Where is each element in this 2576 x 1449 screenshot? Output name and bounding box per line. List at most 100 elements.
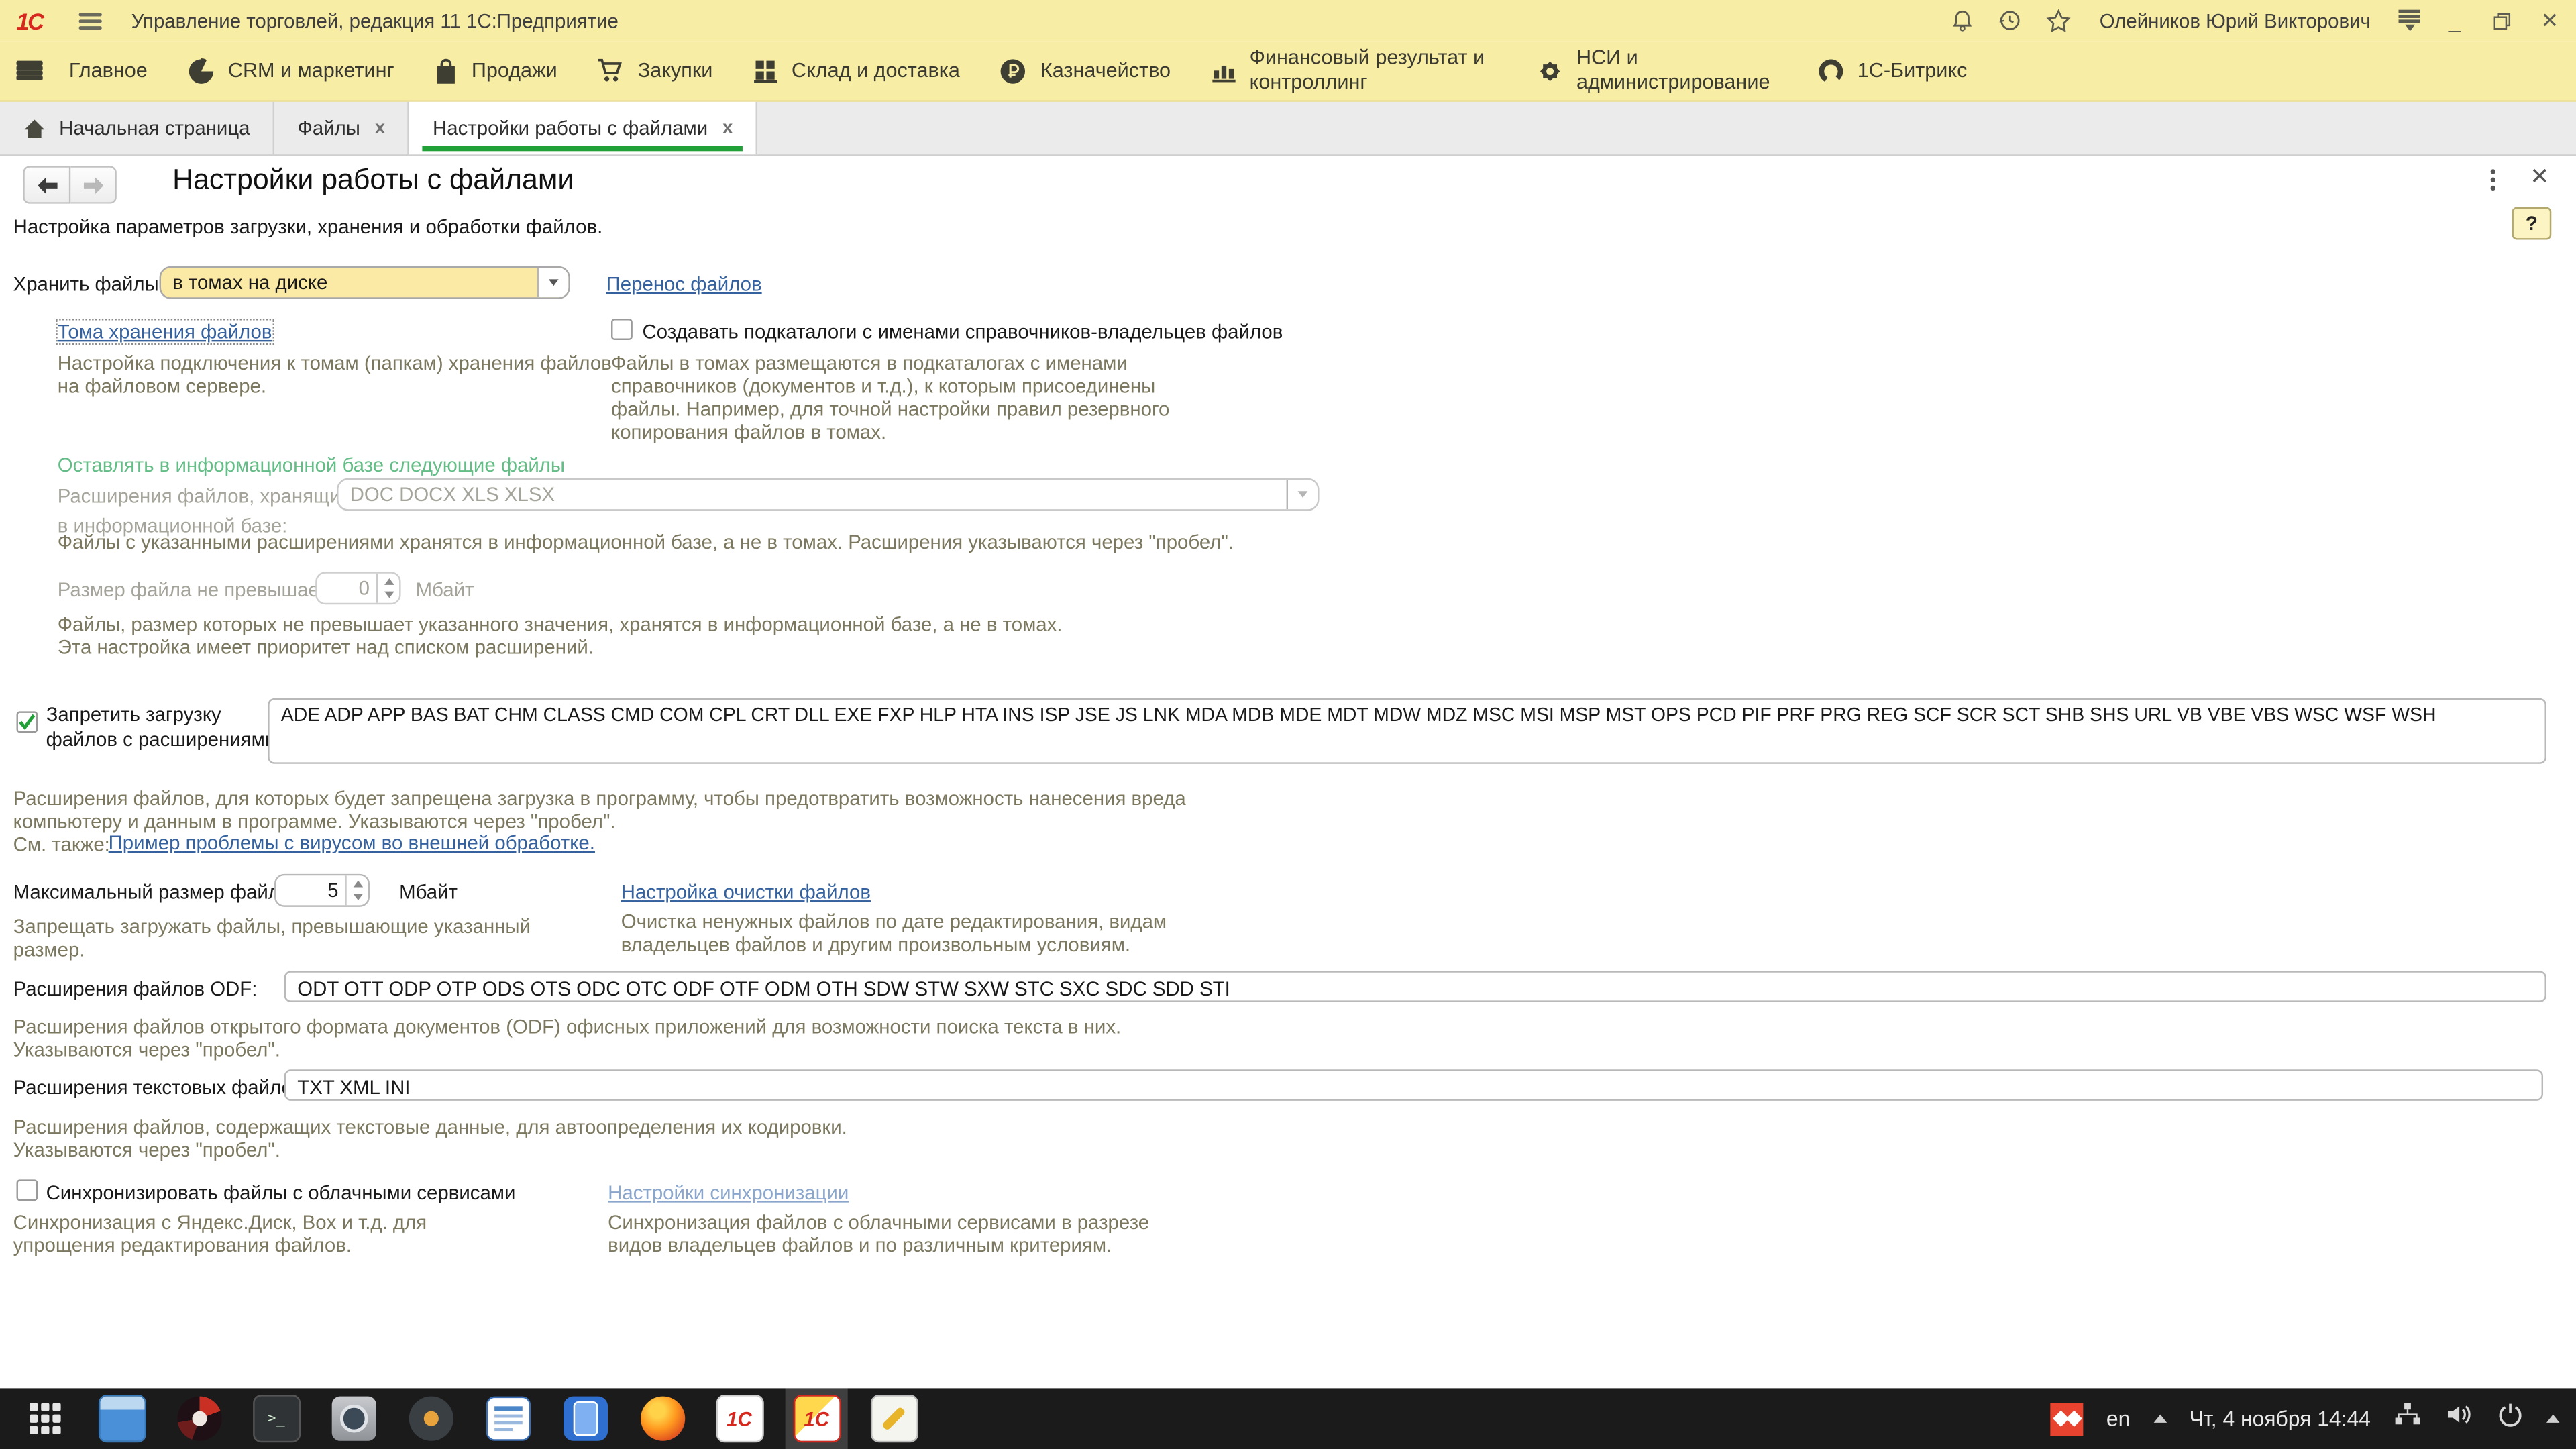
taskbar-app-software-box[interactable] [91,1388,153,1449]
section-main[interactable]: Главное [69,58,148,83]
form-close-icon[interactable]: ✕ [2530,162,2549,191]
1c-logo-icon: 1С [16,7,42,34]
pie-chart-icon [187,56,215,85]
layout-switch-icon[interactable] [2153,1415,2167,1423]
power-icon[interactable] [2497,1401,2523,1436]
recorder-icon [409,1397,453,1441]
taskbar-app-writer[interactable] [476,1388,539,1449]
text-extensions-input[interactable]: TXT XML INI [284,1069,2543,1101]
taskbar-app-1c-enterprise-active[interactable]: 1С [786,1388,848,1449]
section-sales[interactable]: Продажи [433,56,557,85]
tools-menu-icon[interactable] [2399,10,2420,32]
max-file-size-note: Запрещать загружать файлы, превышающие у… [13,915,605,961]
ruble-icon [1000,56,1028,85]
taskbar-app-camera[interactable] [322,1388,384,1449]
deny-extensions-input[interactable]: ADE ADP APP BAS BAT CHM CLASS CMD COM CP… [268,698,2546,764]
software-box-icon [98,1395,146,1442]
form-subtitle: Настройка параметров загрузки, хранения … [13,215,603,238]
db-extensions-note: Файлы с указанными расширениями хранятся… [58,531,1865,553]
window-titlebar: 1С Управление торговлей, редакция 11 1С:… [0,0,2576,41]
transfer-files-link[interactable]: Перенос файлов [606,273,762,296]
section-bitrix[interactable]: 1С-Битрикс [1817,56,1968,85]
network-icon[interactable] [2394,1401,2422,1436]
more-menu-icon[interactable] [2491,169,2496,191]
bar-chart-icon [1210,58,1236,84]
back-button[interactable] [23,166,70,203]
section-finance[interactable]: Финансовый результат и контроллинг [1210,46,1496,95]
taskbar-app-recorder[interactable] [399,1388,462,1449]
deny-extensions-checkbox[interactable] [16,711,38,733]
tab-files[interactable]: Файлы x [274,102,409,154]
combo-dropdown-icon[interactable] [537,268,569,297]
help-button[interactable]: ? [2512,207,2551,240]
deny-extensions-label-line1[interactable]: Запретить загрузку [46,703,221,726]
tray-1c-icon[interactable] [2051,1402,2084,1435]
see-also-label: См. также: [13,833,110,856]
warehouse-icon [752,58,778,84]
section-admin[interactable]: НСИ и администрирование [1536,46,1777,95]
home-icon [23,117,46,139]
store-files-combo[interactable]: в томах на диске [160,266,570,299]
section-warehouse[interactable]: Склад и доставка [752,58,960,84]
cleanup-settings-link[interactable]: Настройка очистки файлов [621,881,871,904]
cloud-sync-checkbox[interactable] [16,1179,38,1201]
tray-expand-icon[interactable] [2546,1415,2560,1423]
taskbar-app-1c-enterprise[interactable]: 1С [708,1388,771,1449]
max-file-size-label: Максимальный размер файла: [13,881,297,904]
spinner-arrows-icon [376,574,399,603]
hamburger-menu-icon[interactable] [16,61,42,80]
volume-icon[interactable] [2445,1401,2474,1436]
tab-file-settings-close-icon[interactable]: x [722,118,733,138]
tab-file-settings[interactable]: Настройки работы с файлами x [410,102,757,154]
nav-history-buttons [23,166,117,203]
taskbar-app-phone[interactable] [553,1388,616,1449]
taskbar-app-text-editor[interactable] [863,1388,925,1449]
restore-button[interactable] [2489,7,2515,34]
main-menu-icon[interactable] [78,12,101,28]
taskbar-app-disc[interactable] [168,1388,230,1449]
spinner-arrows-icon[interactable] [345,875,368,905]
app-grid-button[interactable] [13,1388,76,1449]
clock[interactable]: Чт, 4 ноября 14:44 [2189,1406,2370,1431]
store-files-label: Хранить файлы: [13,273,164,296]
close-window-button[interactable]: ✕ [2536,7,2563,34]
create-subdirs-label[interactable]: Создавать подкаталоги с именами справочн… [643,321,1283,343]
section-treasury[interactable]: Казначейство [1000,56,1171,85]
favorites-star-icon[interactable] [2045,7,2072,34]
virus-example-link[interactable]: Пример проблемы с вирусом во внешней обр… [109,831,595,854]
tab-home[interactable]: Начальная страница [0,102,274,154]
shopping-cart-icon [596,58,625,84]
taskbar-app-terminal[interactable]: >_ [245,1388,307,1449]
history-icon[interactable] [1998,7,2024,34]
text-extensions-note-line2: Указываются через "пробел". [13,1138,1854,1161]
file-size-note-line1: Файлы, размер которых не превышает указа… [58,612,1865,635]
bitrix-icon [1817,56,1845,85]
shopping-bag-icon [433,56,458,85]
create-subdirs-note: Файлы в томах размещаются в подкаталогах… [611,352,1189,443]
cloud-sync-label[interactable]: Синхронизировать файлы с облачными серви… [46,1181,516,1204]
sync-settings-link[interactable]: Настройки синхронизации [608,1181,849,1204]
file-size-limit-spinner: 0 [315,572,400,604]
forward-button[interactable] [70,166,117,203]
current-user[interactable]: Олейников Юрий Викторович [2100,9,2371,32]
section-purchases[interactable]: Закупки [596,58,712,84]
storage-volumes-link[interactable]: Тома хранения файлов [58,321,272,343]
checkmark-icon [18,713,36,731]
deny-extensions-label-line2[interactable]: файлов с расширениями: [46,728,282,751]
create-subdirs-checkbox[interactable] [611,319,633,340]
text-extensions-label: Расширения текстовых файлов: [13,1076,309,1099]
taskbar-app-firefox[interactable] [631,1388,693,1449]
deny-extensions-note-line1: Расширения файлов, для которых будет зап… [13,787,1854,810]
open-windows-tabbar: Начальная страница Файлы x Настройки раб… [0,102,2576,156]
section-crm[interactable]: CRM и маркетинг [187,56,394,85]
file-size-note-line2: Эта настройка имеет приоритет над списко… [58,636,1865,659]
minimize-button[interactable]: _ [2441,8,2467,33]
max-file-size-spinner[interactable]: 5 [274,874,370,907]
taskbar: >_ 1С 1С en Чт, 4 ноября 14:44 [0,1388,2576,1449]
odf-extensions-input[interactable]: ODT OTT ODP OTP ODS OTS ODC OTC ODF OTF … [284,971,2546,1002]
tab-files-close-icon[interactable]: x [375,118,385,138]
keyboard-layout[interactable]: en [2106,1406,2130,1431]
odf-extensions-label: Расширения файлов ODF: [13,977,258,1000]
notifications-bell-icon[interactable] [1950,7,1976,34]
keep-in-base-header: Оставлять в информационной базе следующи… [58,453,565,476]
